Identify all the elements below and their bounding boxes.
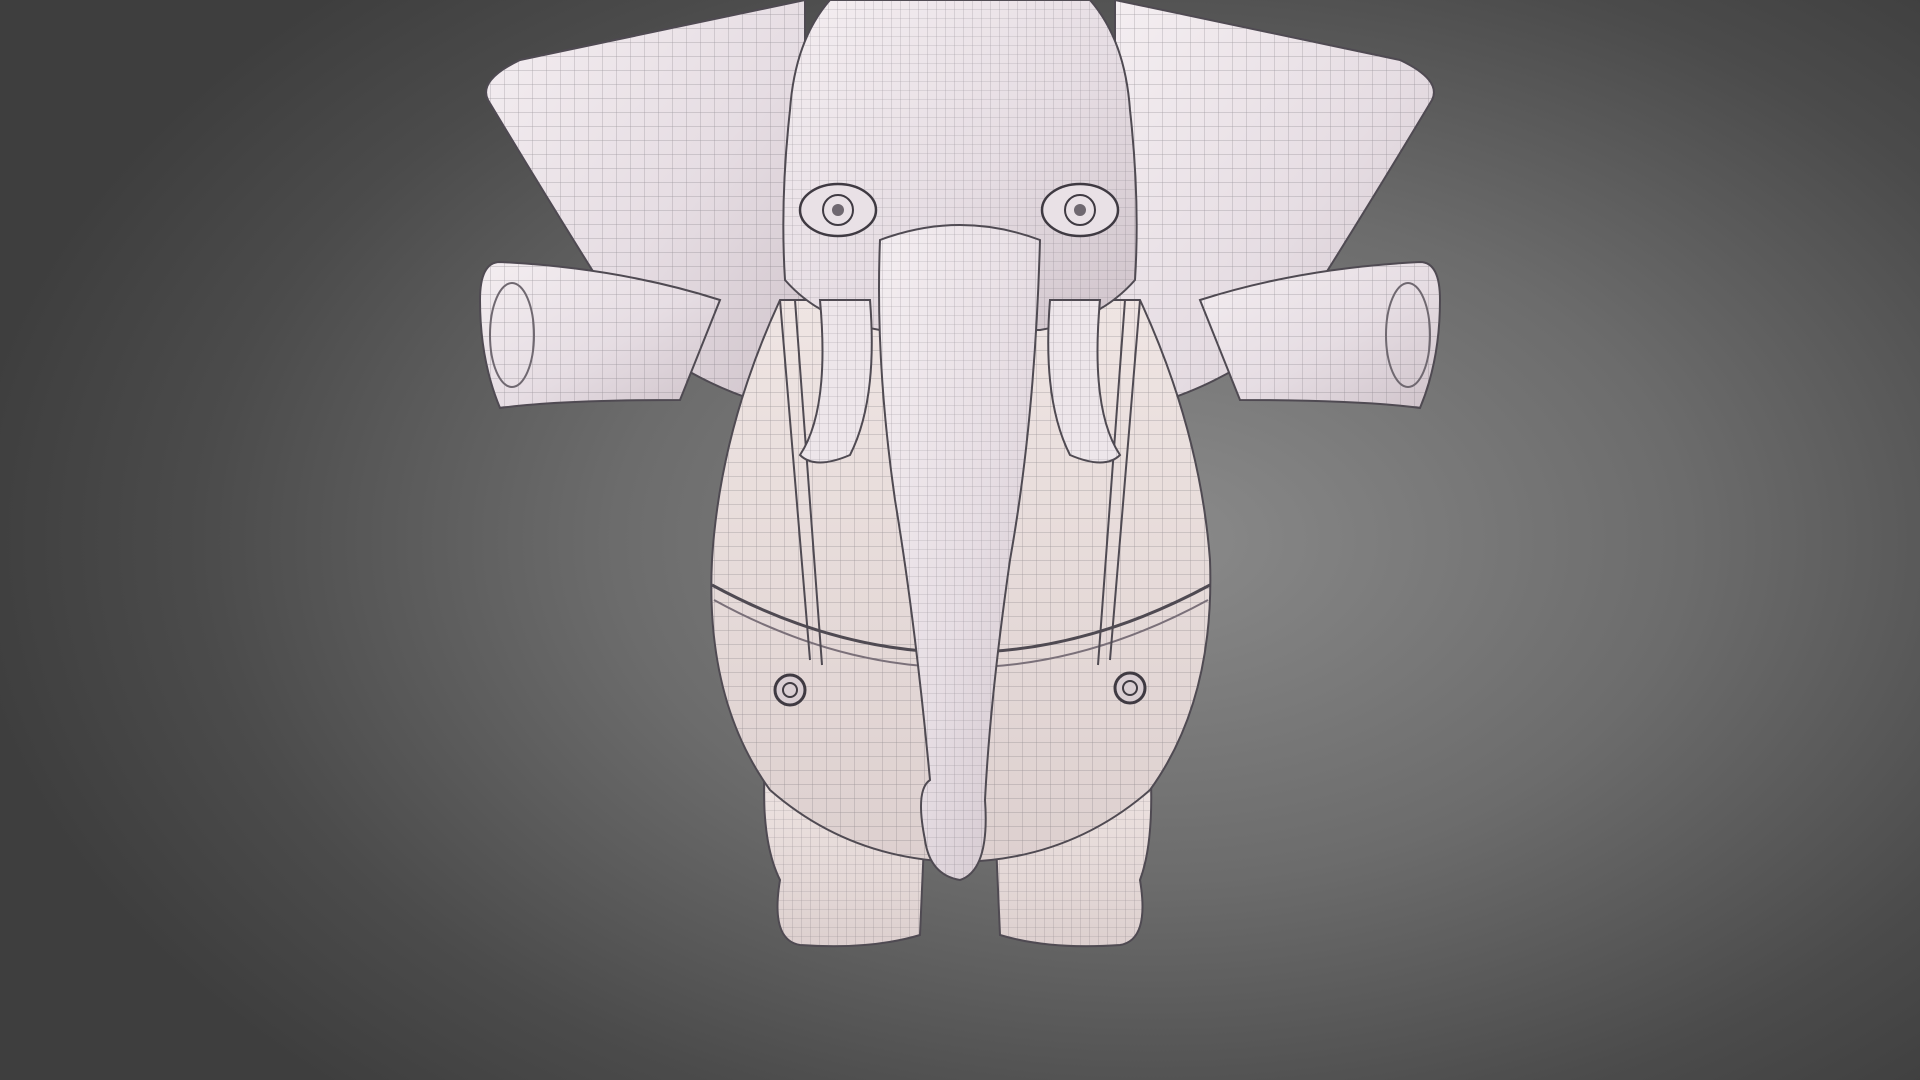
right-eye bbox=[1040, 182, 1120, 238]
left-button bbox=[773, 673, 807, 707]
elephant-model[interactable] bbox=[0, 0, 1920, 1080]
3d-viewport[interactable] bbox=[0, 0, 1920, 1080]
right-button bbox=[1113, 671, 1147, 705]
left-eye bbox=[798, 182, 878, 238]
